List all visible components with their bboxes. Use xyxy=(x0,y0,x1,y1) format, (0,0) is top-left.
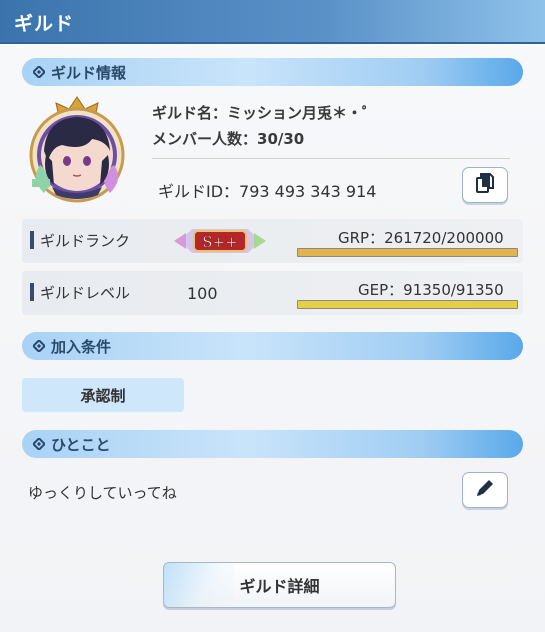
rank-label: ギルドランク xyxy=(40,232,131,250)
guild-level-row: ギルドレベル 100 GEP：91350/91350 xyxy=(22,271,523,315)
row-marker xyxy=(30,283,34,301)
guild-comment: ゆっくりしていってね xyxy=(28,484,177,502)
section-header-join: 加入条件 xyxy=(22,332,523,360)
button-decoration xyxy=(164,563,234,607)
guild-id: ギルドID：793 493 343 914 xyxy=(158,182,377,201)
copy-id-button[interactable] xyxy=(462,167,508,203)
row-marker xyxy=(30,231,34,249)
guild-name: ギルド名：ミッション月兎＊・゜ xyxy=(152,104,378,122)
rank-badge-text: S++ xyxy=(202,233,237,251)
level-progress-fill xyxy=(298,301,517,308)
diamond-icon xyxy=(32,340,45,353)
info-divider xyxy=(152,158,510,159)
rank-progress-bar xyxy=(297,248,518,257)
section-title: ひとこと xyxy=(51,435,111,454)
rank-points: GRP：261720/200000 xyxy=(338,229,504,247)
edit-comment-button[interactable] xyxy=(462,472,508,508)
window-title: ギルド xyxy=(14,13,75,35)
guild-detail-label: ギルド詳細 xyxy=(239,577,320,596)
diamond-icon xyxy=(32,438,45,451)
copy-icon xyxy=(474,172,496,198)
section-header-comment: ひとこと xyxy=(22,430,523,458)
level-value: 100 xyxy=(187,284,218,303)
guild-member-count: メンバー人数：30/30 xyxy=(152,130,305,148)
guild-avatar xyxy=(22,95,132,205)
section-title: 加入条件 xyxy=(51,337,112,356)
rank-badge: S++ xyxy=(172,223,268,259)
guild-detail-button[interactable]: ギルド詳細 xyxy=(163,562,396,608)
level-label: ギルドレベル xyxy=(40,284,131,302)
level-progress-bar xyxy=(297,300,518,309)
section-title: ギルド情報 xyxy=(51,63,127,82)
diamond-icon xyxy=(32,66,45,79)
guild-rank-row: ギルドランク S++ GRP：261720/200000 xyxy=(22,219,523,263)
level-points: GEP：91350/91350 xyxy=(358,281,504,299)
pencil-icon xyxy=(474,477,496,503)
section-header-guild-info: ギルド情報 xyxy=(22,58,523,86)
join-condition-badge: 承認制 xyxy=(22,378,184,412)
title-bar: ギルド xyxy=(0,0,545,44)
rank-progress-fill xyxy=(298,249,517,256)
